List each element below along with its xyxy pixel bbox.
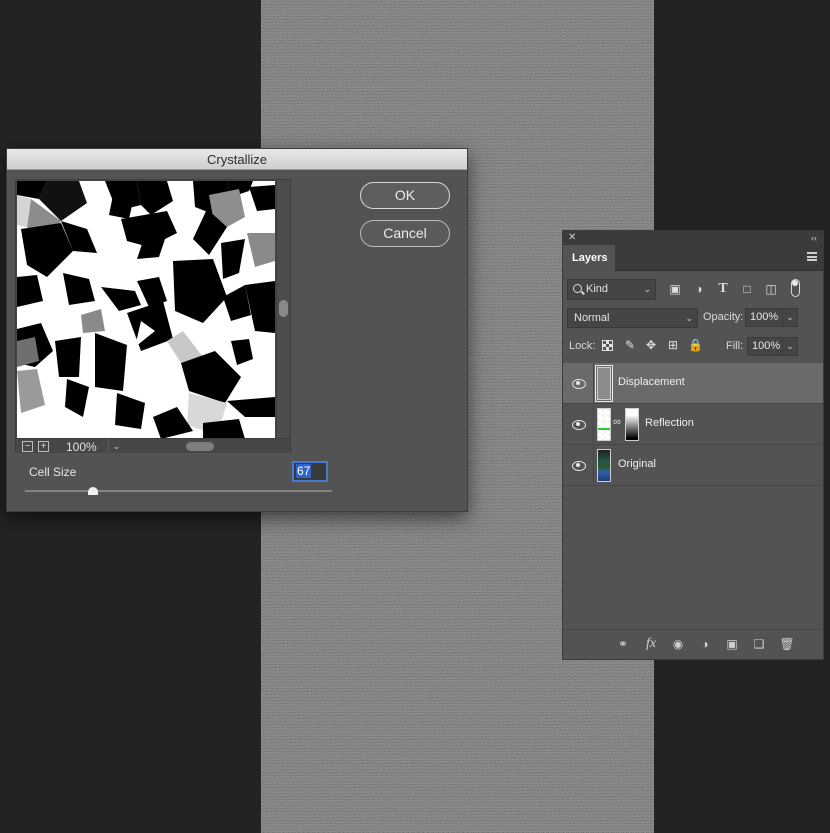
lock-label: Lock:: [569, 340, 596, 352]
row-divider: [593, 363, 594, 404]
panel-tab-bar: Layers: [563, 245, 823, 272]
visibility-eye-icon[interactable]: [572, 458, 586, 472]
cell-size-value: 67: [296, 464, 312, 478]
adjustment-layer-icon[interactable]: ◑: [697, 636, 713, 652]
fill-dropdown-icon[interactable]: ⌄: [782, 337, 798, 356]
dialog-title[interactable]: Crystallize: [7, 149, 467, 170]
panel-header-bar: ✕ ‹‹: [563, 231, 823, 245]
layer-thumbnail: [597, 408, 611, 441]
preview-vertical-thumb[interactable]: [279, 300, 288, 317]
blend-mode-value: Normal: [574, 312, 610, 324]
pixel-layer-filter-icon[interactable]: ▣: [667, 281, 683, 297]
layers-panel: ✕ ‹‹ Layers Kind ⌄ ▣ ◑ T □ ◫ Normal ⌄ Op…: [562, 230, 824, 660]
search-icon: [573, 284, 582, 293]
layer-row-reflection[interactable]: ∞ Reflection: [563, 404, 823, 445]
filter-kind-value: Kind: [586, 283, 609, 295]
opacity-label: Opacity:: [703, 311, 744, 323]
mask-link-icon[interactable]: ∞: [613, 416, 621, 428]
filter-toggle-switch[interactable]: [791, 279, 800, 297]
blend-opacity-row: Normal ⌄ Opacity: 100% ⌄: [567, 308, 821, 330]
opacity-input[interactable]: 100%: [745, 308, 783, 327]
fx-icon[interactable]: fx: [643, 636, 659, 652]
tab-layers[interactable]: Layers: [563, 245, 615, 272]
layer-thumbnail: [597, 449, 611, 482]
row-divider: [593, 445, 594, 486]
ok-button[interactable]: OK: [360, 182, 450, 209]
row-divider: [593, 404, 594, 445]
chevron-down-icon: ⌄: [643, 284, 651, 294]
fill-label: Fill:: [726, 340, 744, 352]
collapse-icon[interactable]: ‹‹: [811, 231, 817, 245]
chevron-down-icon: ⌄: [685, 313, 693, 323]
lock-artboard-icon[interactable]: ⊞: [666, 338, 680, 352]
visibility-eye-icon[interactable]: [572, 417, 586, 431]
add-mask-icon[interactable]: ◉: [670, 636, 686, 652]
lock-fill-row: Lock: ✎ ✥ ⊞ 🔒 Fill: 100% ⌄: [567, 336, 821, 358]
blend-mode-select[interactable]: Normal ⌄: [567, 308, 698, 328]
lock-transparent-pixels-icon[interactable]: [602, 340, 613, 351]
link-layers-icon[interactable]: ⚭: [615, 636, 631, 652]
type-layer-filter-icon[interactable]: T: [715, 281, 731, 297]
lock-all-icon[interactable]: 🔒: [688, 338, 703, 352]
preview-zoom-bar: − + 100% ⌄: [16, 438, 290, 454]
cell-size-slider[interactable]: [25, 490, 332, 492]
cell-size-input[interactable]: 67: [292, 461, 328, 482]
layer-row-original[interactable]: Original: [563, 445, 823, 486]
zoom-dropdown-icon[interactable]: ⌄: [108, 439, 124, 453]
lock-position-icon[interactable]: ✥: [644, 338, 658, 352]
zoom-out-button[interactable]: −: [22, 441, 33, 452]
layer-mask-thumbnail[interactable]: [625, 408, 639, 441]
preview-vertical-scrollbar[interactable]: [276, 180, 290, 438]
zoom-in-button[interactable]: +: [38, 441, 49, 452]
new-layer-icon[interactable]: ❏: [751, 636, 767, 652]
layer-thumbnail: [595, 365, 613, 402]
layer-name: Displacement: [618, 376, 685, 388]
layers-list: Displacement ∞ Reflection Original: [563, 363, 823, 486]
crystallize-preview-image[interactable]: [17, 181, 275, 439]
layers-panel-footer: ⚭ fx ◉ ◑ ▣ ❏ 🗑: [563, 629, 823, 659]
smart-object-filter-icon[interactable]: ◫: [763, 281, 779, 297]
filter-kind-select[interactable]: Kind ⌄: [567, 279, 656, 300]
crystallize-dialog: Crystallize − + 100% ⌄ OK Cancel Cell Si…: [6, 148, 468, 512]
opacity-dropdown-icon[interactable]: ⌄: [782, 308, 798, 327]
layer-filter-row: Kind ⌄ ▣ ◑ T □ ◫: [567, 279, 819, 301]
visibility-eye-icon[interactable]: [572, 376, 586, 390]
layer-name: Original: [618, 458, 656, 470]
panel-menu-icon[interactable]: [807, 252, 817, 261]
filter-preview: − + 100% ⌄: [15, 179, 291, 454]
preview-horizontal-thumb[interactable]: [186, 442, 214, 451]
crystal-pattern: [17, 181, 275, 439]
cell-size-label: Cell Size: [29, 465, 77, 479]
layer-name: Reflection: [645, 417, 694, 429]
cancel-button[interactable]: Cancel: [360, 220, 450, 247]
fill-input[interactable]: 100%: [747, 337, 783, 356]
layer-row-displacement[interactable]: Displacement: [563, 363, 823, 404]
lock-image-pixels-icon[interactable]: ✎: [623, 338, 637, 352]
trash-icon[interactable]: 🗑: [779, 636, 795, 652]
shape-layer-filter-icon[interactable]: □: [739, 281, 755, 297]
zoom-level: 100%: [66, 440, 97, 454]
close-icon[interactable]: ✕: [568, 231, 576, 245]
new-group-icon[interactable]: ▣: [724, 636, 740, 652]
adjustment-filter-icon[interactable]: ◑: [691, 281, 707, 297]
